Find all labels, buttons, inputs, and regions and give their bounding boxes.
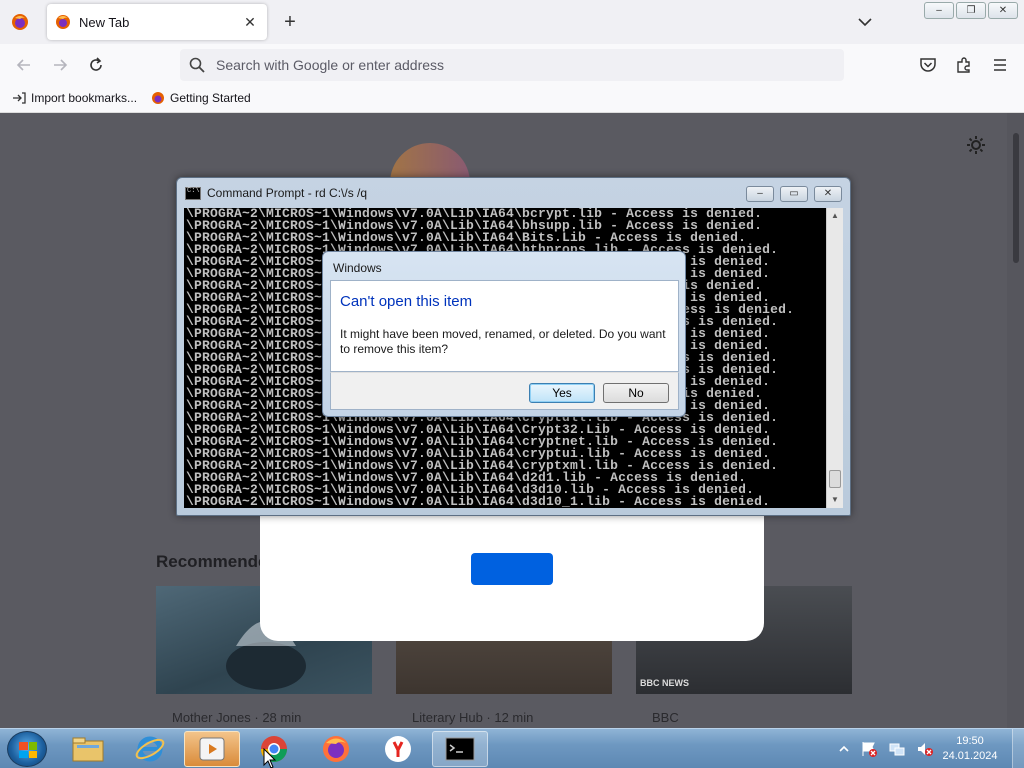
- dialog-message: It might have been moved, renamed, or de…: [340, 327, 666, 356]
- show-hidden-icons-icon[interactable]: [838, 743, 850, 755]
- arrow-right-icon: [54, 59, 68, 71]
- tab-title: New Tab: [79, 14, 130, 30]
- story-source: BBC: [652, 710, 679, 725]
- scrollbar-thumb[interactable]: [1013, 133, 1019, 263]
- scrollbar-thumb[interactable]: [829, 470, 841, 488]
- internet-explorer-icon: [135, 736, 165, 762]
- window-controls: – ❐ ✕: [924, 2, 1018, 19]
- cmd-scrollbar[interactable]: ▲ ▼: [826, 208, 843, 508]
- yandex-icon: [385, 736, 411, 762]
- scroll-up-icon[interactable]: ▲: [827, 208, 843, 224]
- network-icon[interactable]: [888, 740, 906, 758]
- extensions-button[interactable]: [953, 54, 975, 76]
- firefox-icon: [56, 15, 70, 29]
- bookmarks-toolbar: Import bookmarks... Getting Started: [0, 86, 1024, 113]
- show-desktop-button[interactable]: [1012, 729, 1024, 768]
- taskbar-media-player[interactable]: [184, 731, 240, 767]
- dialog-heading: Can't open this item: [340, 293, 473, 310]
- cmd-maximize-button[interactable]: ▭: [780, 186, 808, 202]
- search-icon: [189, 57, 205, 73]
- taskbar-command-prompt[interactable]: [432, 731, 488, 767]
- bookmark-getting-started[interactable]: Getting Started: [151, 91, 251, 105]
- bbc-news-badge: BBC NEWS: [640, 678, 689, 688]
- console-line: \PROGRA~2\MICROS~1\Windows\v7.0A\Lib\IA6…: [186, 494, 771, 508]
- browser-tab-bar: New Tab ✕ + – ❐ ✕: [0, 0, 1024, 44]
- cmd-window-controls: – ▭ ✕: [746, 186, 842, 202]
- command-prompt-icon: [185, 186, 201, 200]
- scroll-down-icon[interactable]: ▼: [827, 492, 843, 508]
- clock-date: 24.01.2024: [942, 750, 998, 762]
- tab-new-tab[interactable]: New Tab ✕: [47, 4, 267, 40]
- story-source: Mother Jones · 28 min: [172, 710, 302, 725]
- address-bar[interactable]: [180, 49, 844, 81]
- pocket-icon: [920, 58, 936, 72]
- arrow-left-icon: [16, 59, 30, 71]
- puzzle-icon: [957, 57, 970, 73]
- command-prompt-icon: [445, 737, 475, 761]
- modal-primary-button[interactable]: [471, 553, 553, 585]
- app-menu-button[interactable]: [989, 54, 1011, 76]
- back-button[interactable]: [12, 53, 36, 77]
- reload-icon: [90, 57, 102, 71]
- dialog-body: Can't open this item It might have been …: [330, 280, 679, 372]
- pocket-button[interactable]: [917, 54, 939, 76]
- page-scrollbar[interactable]: [1007, 113, 1024, 728]
- system-tray: [838, 729, 934, 768]
- yes-button[interactable]: Yes: [529, 383, 595, 403]
- navigation-toolbar: [0, 44, 1024, 86]
- bookmark-label: Import bookmarks...: [31, 91, 138, 105]
- system-clock[interactable]: 19:50 24.01.2024: [930, 734, 1010, 764]
- cmd-close-button[interactable]: ✕: [814, 186, 842, 202]
- mouse-cursor-icon: [263, 748, 277, 768]
- close-tab-icon[interactable]: ✕: [241, 14, 259, 31]
- start-button[interactable]: [7, 731, 47, 767]
- firefox-view-button[interactable]: [8, 10, 32, 34]
- restore-button[interactable]: ❐: [956, 2, 986, 19]
- media-player-icon: [199, 737, 225, 761]
- bookmark-label: Getting Started: [170, 91, 251, 105]
- story-source: Literary Hub · 12 min: [412, 710, 534, 725]
- recommended-heading: Recommende: [156, 552, 268, 571]
- taskbar-yandex[interactable]: [370, 731, 426, 767]
- import-icon: [13, 92, 26, 104]
- taskbar: 19:50 24.01.2024: [0, 728, 1024, 768]
- bookmark-import[interactable]: Import bookmarks...: [12, 91, 137, 105]
- hamburger-menu-icon: [994, 59, 1006, 71]
- firefox-icon: [12, 14, 28, 30]
- taskbar-firefox[interactable]: [308, 731, 364, 767]
- action-center-icon[interactable]: [860, 740, 878, 758]
- dialog-title: Windows: [333, 261, 382, 275]
- cmd-minimize-button[interactable]: –: [746, 186, 774, 202]
- taskbar-internet-explorer[interactable]: [122, 731, 178, 767]
- cant-open-dialog: Windows Can't open this item It might ha…: [322, 251, 686, 417]
- onboarding-modal: [260, 513, 764, 641]
- cmd-window-title: Command Prompt - rd C:\/s /q: [207, 186, 368, 200]
- windows-logo-icon: [19, 742, 37, 758]
- search-input[interactable]: [216, 57, 816, 73]
- forward-button[interactable]: [48, 53, 72, 77]
- firefox-icon: [323, 736, 349, 762]
- firefox-icon: [152, 92, 164, 104]
- reload-button[interactable]: [84, 53, 108, 77]
- no-button[interactable]: No: [603, 383, 669, 403]
- dialog-footer: Yes No: [330, 372, 679, 410]
- file-explorer-icon: [72, 737, 104, 762]
- gear-icon[interactable]: [966, 135, 986, 155]
- chevron-down-icon[interactable]: [855, 12, 875, 32]
- clock-time: 19:50: [956, 735, 984, 747]
- taskbar-file-explorer[interactable]: [60, 731, 116, 767]
- new-tab-button[interactable]: +: [279, 11, 301, 33]
- close-window-button[interactable]: ✕: [988, 2, 1018, 19]
- minimize-button[interactable]: –: [924, 2, 954, 19]
